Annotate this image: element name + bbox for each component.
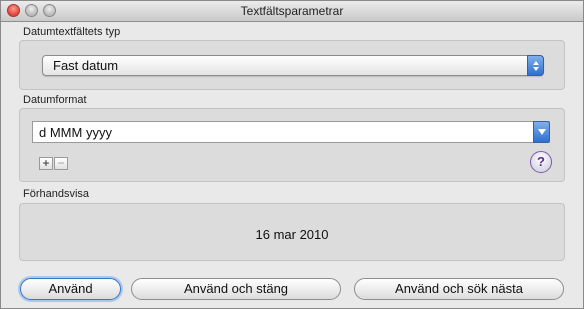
date-format-combobox[interactable]: d MMM yyyy [32, 121, 550, 143]
preview-group-box: 16 mar 2010 [19, 203, 565, 261]
apply-and-find-next-button[interactable]: Använd och sök nästa [354, 278, 564, 300]
type-group-label: Datumtextfältets typ [23, 26, 121, 38]
format-group-box: d MMM yyyy + − ? [19, 108, 565, 182]
updown-arrows-icon[interactable] [527, 55, 544, 76]
preview-group-label: Förhandsvisa [23, 188, 90, 200]
window-title: Textfältsparametrar [240, 4, 344, 18]
title-bar: Textfältsparametrar [1, 1, 583, 22]
remove-format-button[interactable]: − [54, 157, 68, 170]
apply-button[interactable]: Använd [20, 278, 121, 300]
type-group-box: Fast datum [19, 40, 565, 90]
add-format-button[interactable]: + [39, 157, 53, 170]
date-format-value: d MMM yyyy [39, 125, 112, 140]
help-button[interactable]: ? [530, 151, 552, 173]
apply-and-close-button[interactable]: Använd och stäng [131, 278, 341, 300]
date-type-value: Fast datum [53, 58, 119, 73]
format-group-label: Datumformat [23, 94, 87, 106]
date-preview-value: 16 mar 2010 [255, 227, 329, 242]
dialog-window: Textfältsparametrar Datumtextfältets typ… [0, 0, 584, 309]
date-type-popup[interactable]: Fast datum [42, 55, 544, 76]
chevron-down-icon[interactable] [533, 121, 550, 143]
